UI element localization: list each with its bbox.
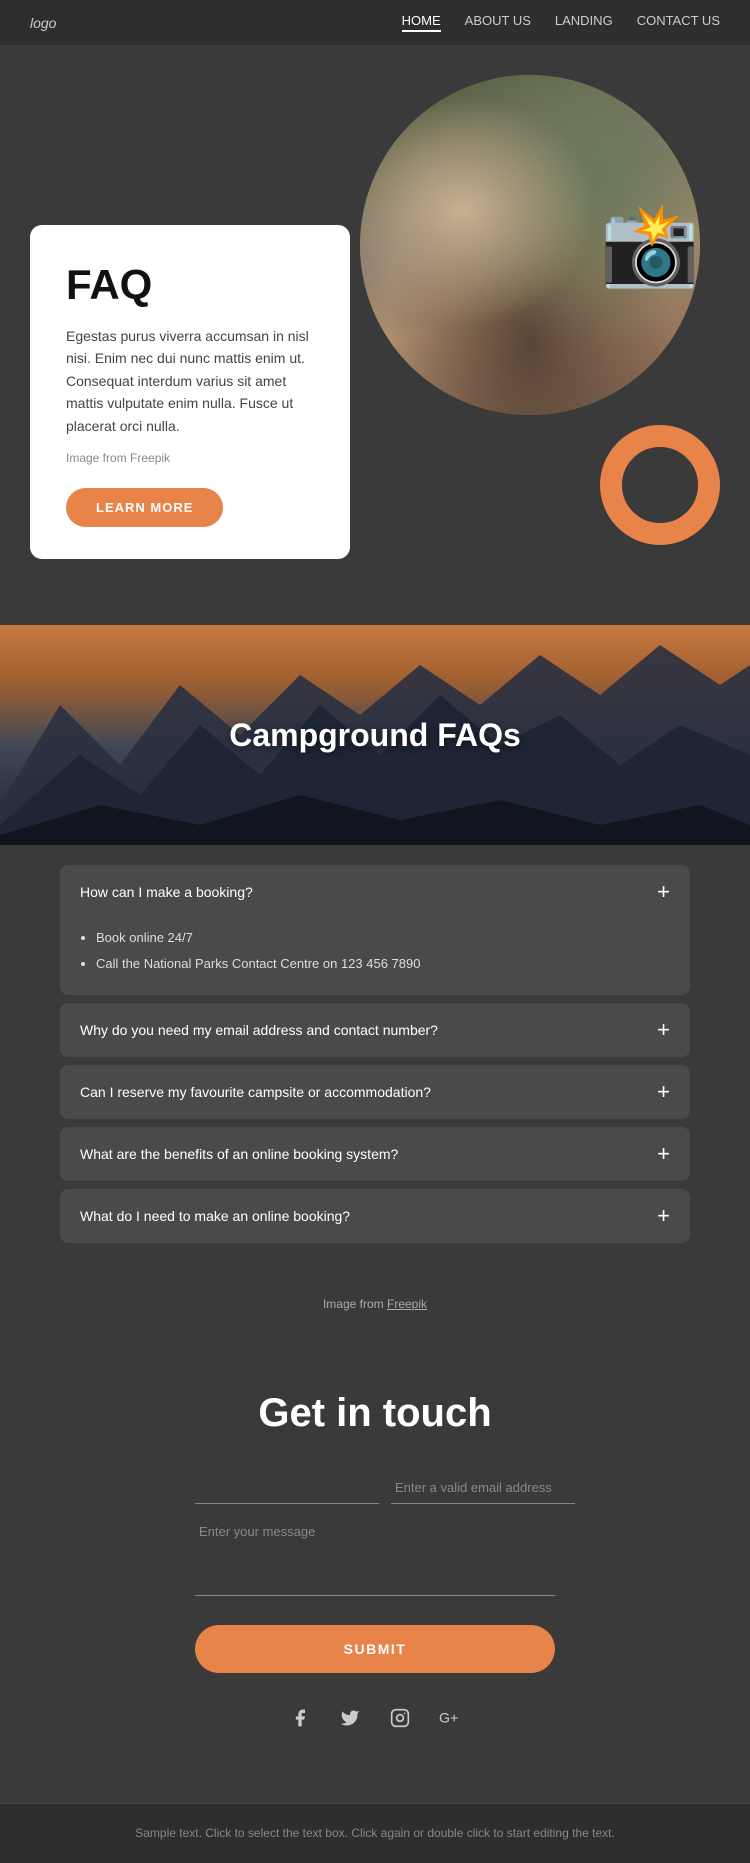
footer-text: Sample text. Click to select the text bo… — [20, 1824, 730, 1843]
contact-section: Get in touch SUBMIT — [0, 1341, 750, 1803]
faq-toggle-2[interactable]: + — [657, 1019, 670, 1041]
email-input[interactable] — [391, 1472, 575, 1504]
nav-landing[interactable]: LANDING — [555, 13, 613, 32]
svg-text:G+: G+ — [439, 1710, 458, 1726]
hero-photo-svg — [360, 75, 600, 415]
footer: Sample text. Click to select the text bo… — [0, 1803, 750, 1863]
logo: logo — [30, 15, 56, 31]
faq-card: FAQ Egestas purus viverra accumsan in ni… — [30, 225, 350, 559]
faq-answer-item-1-1: Book online 24/7 — [96, 927, 670, 949]
faq-toggle-4[interactable]: + — [657, 1143, 670, 1165]
faq-question-text-1: How can I make a booking? — [80, 884, 253, 900]
instagram-icon[interactable] — [385, 1703, 415, 1733]
faq-question-text-5: What do I need to make an online booking… — [80, 1208, 350, 1224]
nav-contact[interactable]: CONTACT US — [637, 13, 720, 32]
facebook-icon[interactable] — [285, 1703, 315, 1733]
image-attribution: Image from Freepik — [0, 1281, 750, 1341]
faq-question-text-3: Can I reserve my favourite campsite or a… — [80, 1084, 431, 1100]
contact-form: SUBMIT — [195, 1472, 555, 1703]
learn-more-button[interactable]: LEARN MORE — [66, 488, 223, 527]
message-textarea[interactable] — [195, 1516, 555, 1596]
image-attribution-text: Image from — [323, 1297, 384, 1311]
submit-button[interactable]: SUBMIT — [195, 1625, 555, 1673]
social-icons: G+ — [30, 1703, 720, 1733]
faq-toggle-3[interactable]: + — [657, 1081, 670, 1103]
faq-item-5: What do I need to make an online booking… — [60, 1189, 690, 1243]
name-input[interactable] — [195, 1472, 379, 1504]
faq-question-text-2: Why do you need my email address and con… — [80, 1022, 438, 1038]
contact-title: Get in touch — [30, 1391, 720, 1436]
hero-section: FAQ Egestas purus viverra accumsan in ni… — [0, 45, 750, 625]
faq-image-credit: Image from Freepik — [66, 449, 314, 468]
faq-question-5[interactable]: What do I need to make an online booking… — [60, 1189, 690, 1243]
form-row-name-email — [195, 1472, 555, 1504]
orange-decorative-ring — [600, 425, 720, 545]
faq-question-4[interactable]: What are the benefits of an online booki… — [60, 1127, 690, 1181]
faq-question-text-4: What are the benefits of an online booki… — [80, 1146, 398, 1162]
nav-about[interactable]: ABOUT US — [465, 13, 531, 32]
faq-item-4: What are the benefits of an online booki… — [60, 1127, 690, 1181]
faq-item-2: Why do you need my email address and con… — [60, 1003, 690, 1057]
nav-home[interactable]: HOME — [402, 13, 441, 32]
campground-title: Campground FAQs — [229, 717, 521, 754]
faqs-list: How can I make a booking? + Book online … — [0, 845, 750, 1281]
navbar: logo HOME ABOUT US LANDING CONTACT US — [0, 0, 750, 45]
faq-item-1: How can I make a booking? + Book online … — [60, 865, 690, 995]
faq-toggle-5[interactable]: + — [657, 1205, 670, 1227]
faq-question-3[interactable]: Can I reserve my favourite campsite or a… — [60, 1065, 690, 1119]
faq-item-3: Can I reserve my favourite campsite or a… — [60, 1065, 690, 1119]
campground-faqs-section: Campground FAQs How can I make a booking… — [0, 625, 750, 1341]
faq-question-1[interactable]: How can I make a booking? + — [60, 865, 690, 919]
faq-question-2[interactable]: Why do you need my email address and con… — [60, 1003, 690, 1057]
faq-answer-item-1-2: Call the National Parks Contact Centre o… — [96, 953, 670, 975]
faq-card-body: Egestas purus viverra accumsan in nisl n… — [66, 325, 314, 437]
twitter-icon[interactable] — [335, 1703, 365, 1733]
faq-toggle-1[interactable]: + — [657, 881, 670, 903]
googleplus-icon[interactable]: G+ — [435, 1703, 465, 1733]
mountain-background: Campground FAQs — [0, 625, 750, 845]
nav-links: HOME ABOUT US LANDING CONTACT US — [402, 13, 720, 32]
freepik-link[interactable]: Freepik — [387, 1297, 427, 1311]
faq-answer-1: Book online 24/7 Call the National Parks… — [60, 919, 690, 995]
hero-image — [360, 75, 700, 415]
faq-card-title: FAQ — [66, 261, 314, 309]
